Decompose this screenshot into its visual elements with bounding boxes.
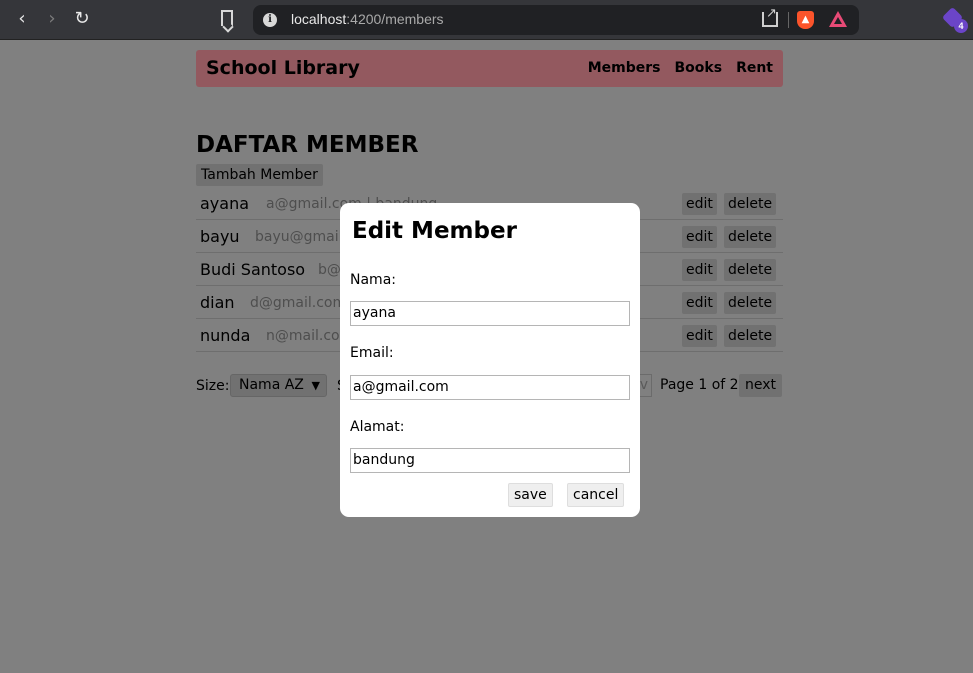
app-navbar: School Library Members Books Rent: [196, 50, 783, 87]
delete-button[interactable]: delete: [724, 259, 777, 281]
nav-link-members[interactable]: Members: [588, 60, 661, 76]
nav-link-books[interactable]: Books: [675, 60, 723, 76]
edit-button[interactable]: edit: [682, 193, 717, 215]
url-host: localhost: [291, 11, 347, 27]
cancel-button[interactable]: cancel: [567, 483, 625, 507]
extension-count-badge: 4: [954, 19, 968, 33]
edit-member-dialog: Edit Member Nama: ayana Email: a@gmail.c…: [340, 203, 640, 517]
edit-button[interactable]: edit: [682, 226, 717, 248]
member-name: bayu: [200, 227, 240, 246]
edit-button[interactable]: edit: [682, 325, 717, 347]
brand-title[interactable]: School Library: [206, 57, 360, 79]
toolbar-divider: [788, 12, 789, 28]
sort-selected-value: Nama AZ: [239, 377, 304, 393]
delete-button[interactable]: delete: [724, 226, 777, 248]
email-field[interactable]: a@gmail.com: [350, 375, 630, 400]
next-button[interactable]: next: [739, 374, 783, 397]
email-label: Email:: [350, 345, 394, 361]
chevron-down-icon: ▼: [311, 379, 320, 392]
member-name: nunda: [200, 326, 251, 345]
delete-button[interactable]: delete: [724, 193, 777, 215]
member-info: d@gmail.com: [250, 295, 347, 311]
address-label: Alamat:: [350, 419, 405, 435]
share-icon[interactable]: [762, 6, 778, 27]
extensions-icon[interactable]: 4: [941, 6, 968, 33]
name-field[interactable]: ayana: [350, 301, 630, 326]
member-info: bayu@gmail: [255, 229, 343, 245]
address-bar[interactable]: i localhost:4200/members ▲: [253, 5, 859, 35]
edit-button[interactable]: edit: [682, 259, 717, 281]
nav-link-rent[interactable]: Rent: [736, 60, 773, 76]
edit-button[interactable]: edit: [682, 292, 717, 314]
nav-links: Members Books Rent: [588, 60, 773, 76]
page-indicator: Page 1 of 2: [660, 377, 739, 393]
member-info: b@: [318, 262, 341, 278]
dialog-title: Edit Member: [352, 218, 517, 244]
forward-icon[interactable]: ›: [40, 8, 64, 30]
brave-rewards-icon[interactable]: [829, 11, 847, 27]
reload-icon[interactable]: ↻: [70, 8, 94, 30]
delete-button[interactable]: delete: [724, 325, 777, 347]
size-label: Size:: [196, 378, 230, 394]
member-name: Budi Santoso: [200, 260, 306, 279]
save-button[interactable]: save: [508, 483, 553, 507]
url-text[interactable]: localhost:4200/members: [291, 11, 444, 27]
page-title: DAFTAR MEMBER: [196, 132, 419, 158]
sort-select[interactable]: Nama AZ ▼: [230, 374, 327, 397]
address-field[interactable]: bandung: [350, 448, 630, 473]
back-icon[interactable]: ‹: [10, 8, 34, 30]
site-info-icon[interactable]: i: [263, 13, 277, 27]
member-name: ayana: [200, 194, 250, 213]
brave-shields-icon[interactable]: ▲: [797, 11, 814, 29]
add-member-button[interactable]: Tambah Member: [196, 164, 323, 186]
member-name: dian: [200, 293, 235, 312]
name-label: Nama:: [350, 272, 396, 288]
url-path: :4200/members: [346, 11, 444, 27]
browser-toolbar: ‹ › ↻ i localhost:4200/members ▲ 4: [0, 0, 973, 40]
bookmark-icon[interactable]: [221, 10, 233, 26]
delete-button[interactable]: delete: [724, 292, 777, 314]
